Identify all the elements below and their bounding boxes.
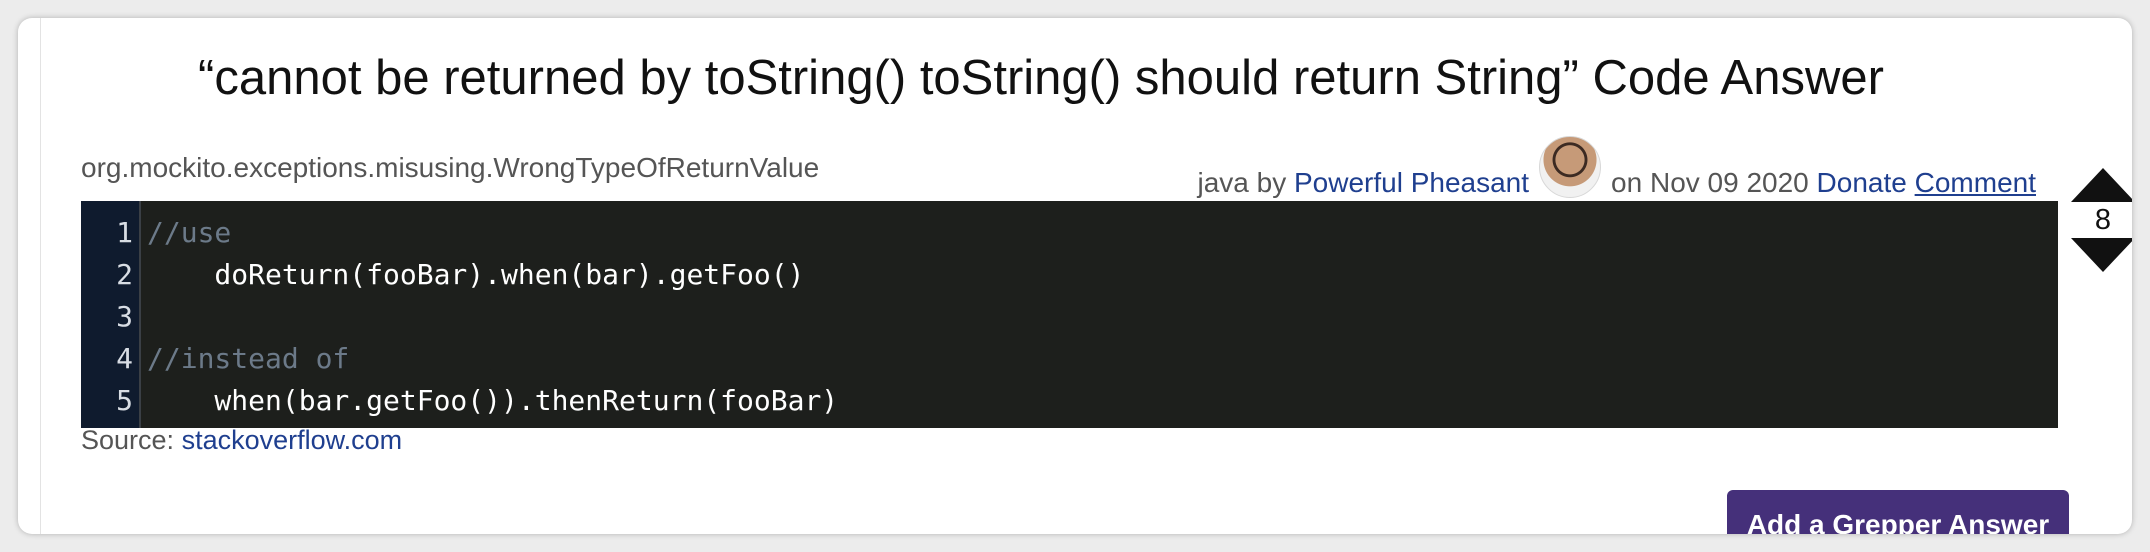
answer-subtitle: org.mockito.exceptions.misusing.WrongTyp… xyxy=(81,152,820,183)
date-label: on Nov 09 2020 xyxy=(1611,167,1809,198)
code-line: //use xyxy=(147,216,232,249)
answer-card: “cannot be returned by toString() toStri… xyxy=(18,18,2132,534)
line-number: 4 xyxy=(116,342,133,375)
downvote-arrow-icon[interactable] xyxy=(2071,238,2132,272)
page-title: “cannot be returned by toString() toStri… xyxy=(198,51,1884,105)
line-number-gutter: 1 2 3 4 5 xyxy=(81,201,141,428)
source-label: Source: xyxy=(81,425,175,455)
line-number: 5 xyxy=(116,384,133,417)
by-label: by xyxy=(1256,167,1287,198)
avatar[interactable] xyxy=(1539,136,1602,198)
add-grepper-answer-button[interactable]: Add a Grepper Answer xyxy=(1727,490,2069,534)
vote-count: 8 xyxy=(2094,204,2112,236)
language-label: java xyxy=(1197,167,1249,198)
code-lines: //use doReturn(fooBar).when(bar).getFoo(… xyxy=(141,201,838,428)
line-number: 1 xyxy=(116,216,133,249)
author-link[interactable]: Powerful Pheasant xyxy=(1294,167,1529,199)
upvote-arrow-icon[interactable] xyxy=(2071,168,2132,202)
source-link[interactable]: stackoverflow.com xyxy=(182,425,403,455)
source-line: Source: stackoverflow.com xyxy=(81,425,402,456)
code-line: //instead of xyxy=(147,342,350,375)
code-line: when(bar.getFoo()).thenReturn(fooBar) xyxy=(147,384,839,417)
code-line: doReturn(fooBar).when(bar).getFoo() xyxy=(147,258,805,291)
vote-widget: 8 xyxy=(2071,168,2132,272)
donate-link[interactable]: Donate xyxy=(1817,167,1907,199)
line-number: 3 xyxy=(116,300,133,333)
answer-card-content: “cannot be returned by toString() toStri… xyxy=(40,18,2132,534)
code-block: 1 2 3 4 5 //use doReturn(fooBar).when(ba… xyxy=(81,201,2058,428)
line-number: 2 xyxy=(116,258,133,291)
comment-link[interactable]: Comment xyxy=(1915,167,2036,199)
